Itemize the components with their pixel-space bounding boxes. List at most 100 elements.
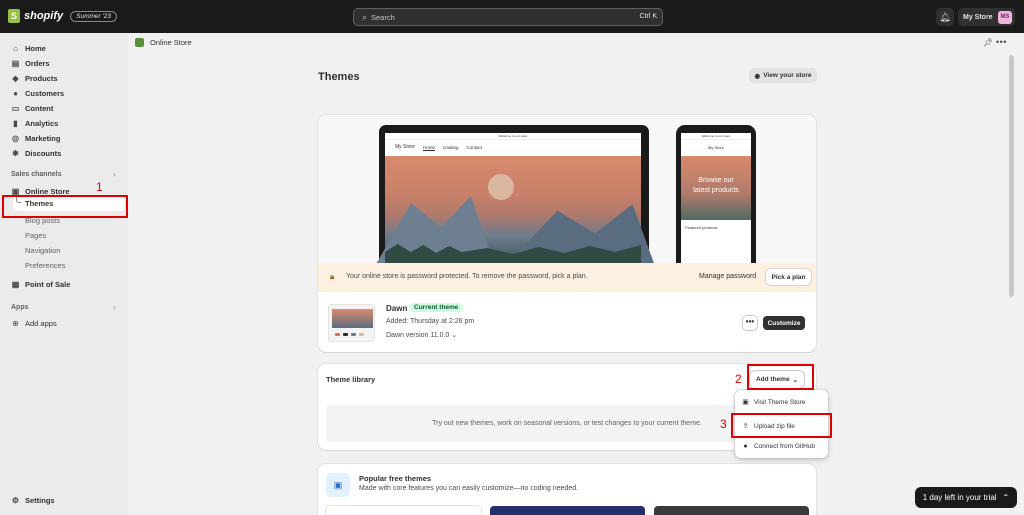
search-shortcut: Ctrl K (639, 13, 658, 20)
password-banner: 🔒︎ Your online store is password protect… (318, 263, 816, 292)
preview-header: My Store Home Catalog Contact (385, 140, 641, 154)
target-icon: ◎ (12, 133, 19, 143)
sidebar-item-label: Point of Sale (25, 279, 71, 289)
more-options-icon[interactable]: ••• (996, 37, 1007, 47)
manage-password-link[interactable]: Manage password (699, 273, 756, 280)
popular-free-themes-card: ▣ Popular free themes Made with core fea… (318, 464, 816, 515)
sidebar-item-analytics[interactable]: ▮ Analytics (11, 116, 58, 130)
breadcrumb[interactable]: Online Store (135, 38, 192, 47)
bell-icon: 🔔︎ (939, 11, 951, 22)
theme-card[interactable] (326, 506, 481, 515)
customize-button[interactable]: Customize (763, 316, 805, 330)
theme-version-dropdown[interactable]: Dawn version 11.0.0 ⌄ (386, 331, 457, 339)
menu-item-visit-theme-store[interactable]: ▣ Visit Theme Store (741, 395, 805, 409)
trial-banner[interactable]: 1 day left in your trial ⌃ (915, 487, 1017, 508)
sidebar-item-label: Marketing (25, 133, 61, 143)
search-bar[interactable]: ⌕ Search Ctrl K (353, 8, 663, 26)
sidebar-item-label: Products (25, 73, 58, 83)
edition-badge[interactable]: Summer '23 (70, 10, 117, 22)
bar-chart-icon: ▮ (13, 118, 18, 128)
sidebar-item-discounts[interactable]: ✱ Discounts (11, 146, 61, 160)
trial-label: 1 day left in your trial (922, 493, 997, 502)
theme-thumbnail (328, 304, 375, 342)
annotation-box-upload-zip (731, 413, 832, 438)
search-icon: ⌕ (362, 12, 368, 22)
theme-card[interactable] (654, 506, 809, 515)
store-icon: ▣ (742, 399, 749, 406)
hero-illustration (375, 156, 655, 266)
theme-library-title: Theme library (326, 375, 376, 384)
chevron-down-icon: ⌄ (451, 332, 458, 339)
current-theme-badge: Current theme (409, 303, 464, 312)
sidebar-item-label: Settings (25, 495, 55, 505)
plus-circle-icon: ⊕ (12, 318, 19, 328)
featured-products-label: Featured products (685, 225, 718, 230)
sidebar-item-products[interactable]: ◆ Products (11, 71, 58, 85)
announcement-bar: Welcome to our store (385, 133, 641, 140)
theme-card[interactable] (490, 506, 645, 515)
search-placeholder: Search (371, 13, 395, 22)
menu-item-connect-github[interactable]: ● Connect from GitHub (741, 439, 815, 453)
eye-icon: ◉ (754, 72, 761, 80)
theme-store-icon: ▣ (326, 473, 350, 497)
sidebar-item-home[interactable]: ⌂ Home (11, 41, 46, 55)
sidebar-item-navigation[interactable]: Navigation (25, 246, 60, 255)
annotation-number: 2 (735, 372, 742, 386)
theme-preview[interactable]: Welcome to our store My Store Home Catal… (318, 115, 816, 266)
sidebar-item-pages[interactable]: Pages (25, 231, 46, 240)
sidebar-item-label: Analytics (25, 118, 59, 128)
scrollbar[interactable] (1009, 55, 1014, 297)
mobile-preview: Welcome to our store My Store Browse our… (676, 125, 756, 263)
shopify-logo[interactable]: S shopify Summer '23 (8, 9, 117, 23)
chevron-right-icon[interactable]: › (113, 170, 116, 179)
current-theme-row: Dawn Current theme Added: Thursday at 2:… (318, 292, 816, 352)
sidebar-item-point-of-sale[interactable]: ▦ Point of Sale (11, 277, 71, 291)
theme-actions-button[interactable]: ••• (743, 316, 757, 330)
online-store-icon (135, 38, 144, 47)
announcement-bar: Welcome to our store (681, 133, 751, 140)
shopify-bag-icon: S (8, 9, 20, 23)
annotation-box-add-theme (747, 364, 814, 390)
apps-heading[interactable]: Apps (11, 304, 29, 311)
main-content: Online Store 📌︎ ••• Themes ◉ View your s… (128, 33, 1024, 515)
gear-icon: ⚙ (11, 495, 20, 505)
preview-store-name: My Store (707, 145, 724, 150)
sidebar-item-orders[interactable]: ▤ Orders (11, 56, 50, 70)
tag-icon: ◆ (12, 73, 19, 83)
content-icon: ▭ (11, 103, 20, 113)
sidebar-item-settings[interactable]: ⚙ Settings (11, 493, 55, 507)
avatar: MS (998, 10, 1012, 24)
sidebar-item-preferences[interactable]: Preferences (25, 261, 65, 270)
desktop-preview: Welcome to our store My Store Home Catal… (375, 125, 655, 266)
pin-icon[interactable]: 📌︎ (983, 38, 993, 47)
popular-free-themes-subtitle: Made with core features you can easily c… (359, 485, 579, 492)
password-notice-text: Your online store is password protected.… (346, 273, 588, 280)
chevron-right-icon[interactable]: › (113, 303, 116, 312)
sidebar-item-add-apps[interactable]: ⊕ Add apps (11, 316, 57, 330)
popular-free-themes-title: Popular free themes (359, 474, 432, 483)
discount-icon: ✱ (12, 148, 19, 158)
page-title: Themes (318, 71, 360, 83)
lock-icon: 🔒︎ (330, 272, 335, 281)
store-menu-button[interactable]: My Store MS (958, 8, 1015, 26)
view-store-button[interactable]: ◉ View your store (749, 68, 817, 83)
annotation-box-themes (2, 195, 128, 218)
hero-illustration: Browse our latest products (681, 156, 751, 220)
breadcrumb-label: Online Store (150, 38, 192, 47)
preview-headline: Browse our (698, 177, 734, 184)
sidebar-item-content[interactable]: ▭ Content (11, 101, 54, 115)
sidebar-item-label: Add apps (25, 318, 57, 328)
sales-channels-heading[interactable]: Sales channels (11, 171, 62, 178)
top-bar: S shopify Summer '23 ⌕ Search Ctrl K 🔔︎ … (0, 0, 1024, 33)
sidebar-item-label: Customers (25, 88, 65, 98)
annotation-number: 1 (96, 180, 103, 194)
view-store-label: View your store (763, 72, 812, 79)
sidebar-item-customers[interactable]: ● Customers (11, 86, 64, 100)
sidebar-item-label: Home (25, 43, 46, 53)
notifications-button[interactable]: 🔔︎ (936, 8, 954, 26)
sidebar: ⌂ Home ▤ Orders ◆ Products ● Customers ▭ Cont… (0, 33, 128, 515)
sidebar-item-marketing[interactable]: ◎ Marketing (11, 131, 60, 145)
preview-nav-item: Catalog (443, 144, 459, 150)
orders-icon: ▤ (11, 58, 20, 68)
pick-plan-button[interactable]: Pick a plan (766, 269, 811, 285)
